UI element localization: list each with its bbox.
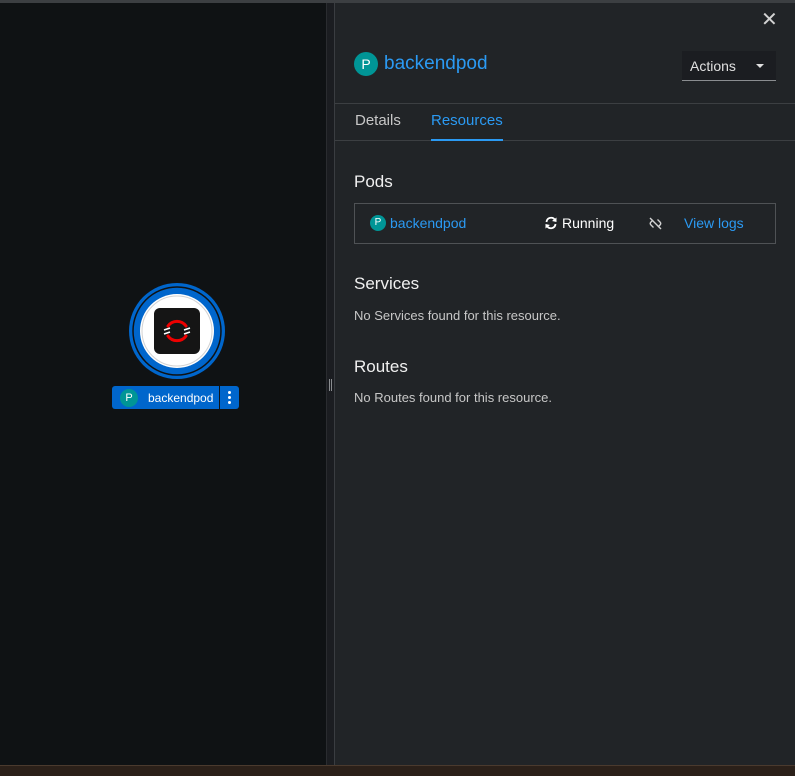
drag-grip-icon <box>329 379 332 391</box>
services-heading: Services <box>354 274 420 293</box>
sync-icon <box>545 216 557 230</box>
pods-heading: Pods <box>354 172 393 191</box>
pod-type-badge: P <box>120 388 138 407</box>
topology-canvas[interactable]: P backendpod <box>0 3 326 765</box>
close-icon[interactable]: ✕ <box>761 10 778 30</box>
panel-title-text: backendpod <box>384 53 488 74</box>
panel-tabs: Details Resources <box>335 103 795 141</box>
panel-title: P backendpod <box>354 51 488 77</box>
actions-label: Actions <box>690 57 736 74</box>
pod-node[interactable] <box>128 282 226 380</box>
view-logs-link[interactable]: View logs <box>684 215 744 231</box>
tab-details[interactable]: Details <box>355 104 401 141</box>
pod-type-badge: P <box>354 52 378 76</box>
pod-type-badge: P <box>370 215 386 231</box>
actions-dropdown[interactable]: Actions <box>682 51 776 81</box>
pod-status: Running <box>562 215 615 231</box>
kebab-menu-icon[interactable] <box>219 386 239 409</box>
tab-resources[interactable]: Resources <box>431 104 503 141</box>
panel-resize-handle[interactable] <box>326 3 335 765</box>
node-label-text: backendpod <box>148 390 214 405</box>
node-label[interactable]: P backendpod <box>112 386 240 409</box>
caret-down-icon <box>756 63 764 68</box>
list-item: P backendpod Running View logs <box>354 203 776 244</box>
routes-heading: Routes <box>354 357 408 376</box>
routes-empty-message: No Routes found for this resource. <box>354 390 552 405</box>
unlink-icon <box>649 217 662 230</box>
pod-link[interactable]: backendpod <box>390 215 466 231</box>
services-empty-message: No Services found for this resource. <box>354 308 561 323</box>
resource-side-panel: ✕ P backendpod Actions Details Resources… <box>335 3 795 765</box>
app-frame: P backendpod ✕ P backendpod Actions Deta… <box>0 0 795 776</box>
bottom-border <box>0 765 795 776</box>
